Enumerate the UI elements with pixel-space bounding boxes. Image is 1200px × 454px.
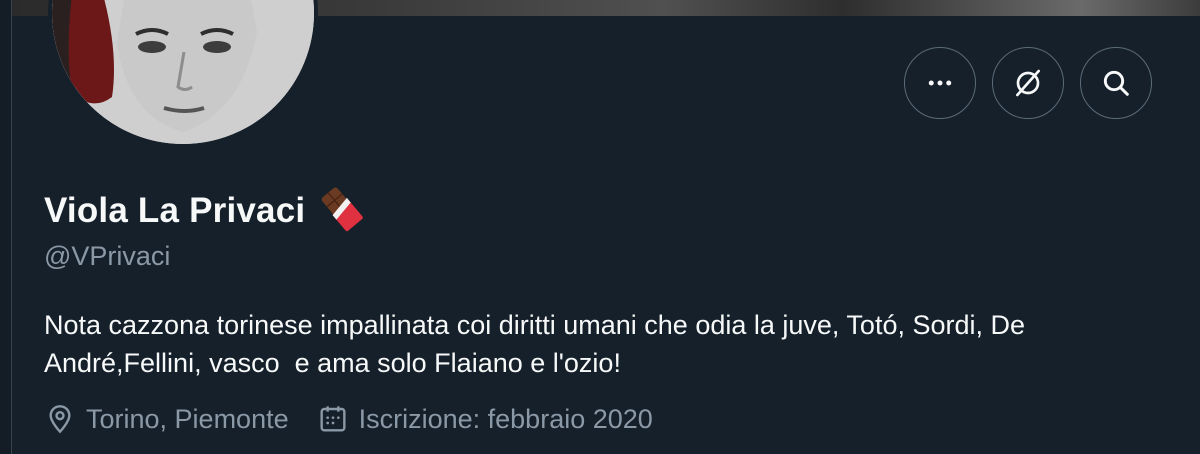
join-date: Iscrizione: febbraio 2020 [317,403,653,435]
avatar-photo [52,0,314,144]
profile-page: Viola La Privaci @VPrivaci Nota cazzona … [0,0,1200,454]
location: Torino, Piemonte [44,403,289,435]
profile-actions [904,47,1152,119]
calendar-icon [317,403,349,435]
grok-icon [1016,69,1040,97]
name-row: Viola La Privaci [44,184,365,237]
bio-line-2: André,Fellini, vasco e ama solo Flaiano … [44,348,621,378]
more-icon [928,80,952,86]
profile-meta: Torino, Piemonte Iscrizione: febbraio 20… [44,403,653,435]
left-divider [0,0,12,454]
more-button[interactable] [904,47,976,119]
search-button[interactable] [1080,47,1152,119]
handle: @VPrivaci [44,241,171,271]
avatar[interactable] [48,0,318,148]
location-pin-icon [44,403,76,435]
search-icon [1103,70,1129,96]
bio: Nota cazzona torinese impallinata coi di… [44,306,1164,382]
join-date-text: Iscrizione: febbraio 2020 [358,403,653,434]
chocolate-bar-icon [317,184,365,237]
grok-button[interactable] [992,47,1064,119]
display-name: Viola La Privaci [44,190,306,230]
location-text: Torino, Piemonte [86,403,289,434]
bio-line-1: Nota cazzona torinese impallinata coi di… [44,310,1026,340]
